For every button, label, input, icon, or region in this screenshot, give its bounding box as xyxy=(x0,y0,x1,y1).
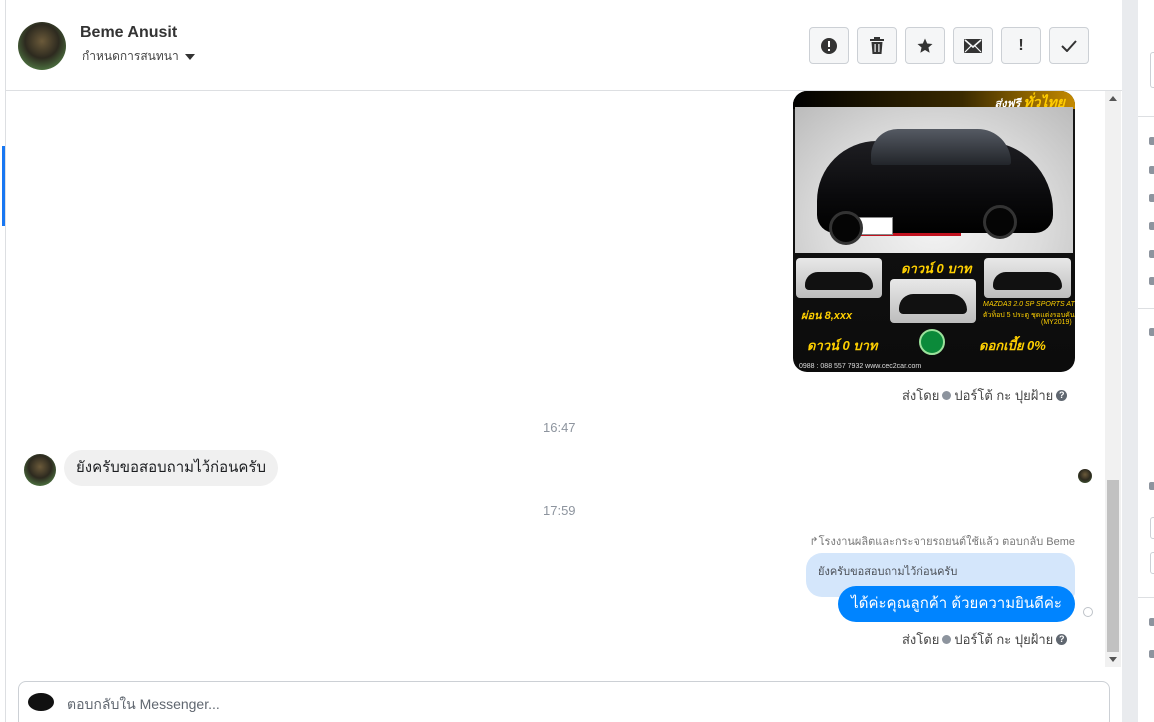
mark-unread-button[interactable] xyxy=(953,27,993,64)
contact-avatar-small[interactable] xyxy=(24,454,56,486)
panel-icon xyxy=(1149,328,1154,336)
inbox-conversation-view: Beme Anusit กำหนดการสนทนา ! ส่งฟรี ทั่วไ… xyxy=(0,0,1154,722)
panel-field[interactable] xyxy=(1150,517,1154,539)
seen-avatar xyxy=(1078,469,1092,483)
mark-done-button[interactable] xyxy=(1049,27,1089,64)
contact-info-panel xyxy=(1138,0,1154,722)
sent-by-name[interactable]: ปอร์โต้ กะ ปุยฝ้าย xyxy=(954,385,1053,406)
scrollbar-thumb[interactable] xyxy=(1107,480,1119,652)
scroll-up-arrow-icon[interactable] xyxy=(1109,96,1117,101)
contact-name[interactable]: Beme Anusit xyxy=(80,24,177,42)
exclamation-icon: ! xyxy=(1018,36,1024,54)
car-wheel-rear xyxy=(983,205,1017,239)
reply-context-text: โรงงานผลิตและกระจายรถยนต์ใช้แล้ว ตอบกลับ… xyxy=(818,536,1075,548)
verified-icon xyxy=(942,391,952,400)
envelope-icon xyxy=(964,38,982,53)
panel-icon xyxy=(1149,482,1154,490)
ad-contact-line: 0988 : 088 557 7932 www.cec2car.com xyxy=(799,363,922,370)
panel-separator xyxy=(1138,597,1154,598)
panel-icon xyxy=(1149,194,1154,202)
selected-conversation-indicator xyxy=(2,146,5,226)
ad-interest: ดอกเบี้ย 0% xyxy=(979,338,1046,353)
ad-down-payment-bottom: ดาวน์ 0 บาท xyxy=(807,338,878,353)
panel-field[interactable] xyxy=(1150,552,1154,574)
panel-icon xyxy=(1149,250,1154,258)
alert-circle-icon xyxy=(821,37,837,54)
sent-by-line-1: ส่งโดย ปอร์โต้ กะ ปุยฝ้าย ? xyxy=(902,385,1068,406)
panel-divider xyxy=(1122,0,1138,722)
car-windshield xyxy=(871,129,1011,165)
sent-by-label: ส่งโดย xyxy=(902,632,940,647)
ad-model: MAZDA3 2.0 SP SPORTS AT xyxy=(983,301,1075,308)
caret-down-icon xyxy=(184,53,195,60)
contact-avatar[interactable] xyxy=(18,22,66,70)
ad-down-payment-top: ดาวน์ 0 บาท xyxy=(901,261,972,276)
assign-conversation-dropdown[interactable]: กำหนดการสนทนา xyxy=(82,47,195,66)
delete-button[interactable] xyxy=(857,27,897,64)
car-ad-image[interactable]: ส่งฟรี ทั่วไทย ดาวน์ 0 บาท ผ่อน 8,xxx MA… xyxy=(793,91,1075,372)
page-avatar xyxy=(28,693,54,711)
reply-context-note: ↱โรงงานผลิตและกระจายรถยนต์ใช้แล้ว ตอบกลั… xyxy=(809,532,1075,550)
reply-arrow-icon: ↱ xyxy=(809,536,819,548)
ad-thumb-back xyxy=(890,279,976,323)
panel-icon xyxy=(1149,137,1154,145)
help-icon[interactable]: ? xyxy=(1056,390,1068,401)
star-icon xyxy=(917,38,933,53)
delivered-check-icon xyxy=(1083,607,1093,617)
panel-separator xyxy=(1138,308,1154,309)
incoming-message[interactable]: ยังครับขอสอบถามไว้ก่อนครับ xyxy=(64,450,278,486)
outgoing-message[interactable]: ได้ค่ะคุณลูกค้า ด้วยความยินดีค่ะ xyxy=(838,586,1075,622)
car-wheel-front xyxy=(829,211,863,245)
panel-icon xyxy=(1149,222,1154,230)
message-composer xyxy=(18,681,1110,722)
help-icon[interactable]: ? xyxy=(1056,634,1068,645)
dealer-logo xyxy=(919,329,945,355)
checkmark-icon xyxy=(1061,39,1077,52)
conversation-header: Beme Anusit กำหนดการสนทนา ! xyxy=(6,0,1122,91)
ad-thumb-rear xyxy=(984,258,1071,298)
panel-icon xyxy=(1149,277,1154,285)
sent-by-name[interactable]: ปอร์โต้ กะ ปุยฝ้าย xyxy=(954,629,1053,650)
sent-by-label: ส่งโดย xyxy=(902,388,940,403)
scroll-down-arrow-icon[interactable] xyxy=(1109,657,1117,662)
panel-separator xyxy=(1138,116,1154,117)
verified-icon xyxy=(942,635,952,644)
conversation-actions: ! xyxy=(809,27,1089,64)
ad-hero-photo xyxy=(795,107,1073,253)
star-button[interactable] xyxy=(905,27,945,64)
follow-up-button[interactable]: ! xyxy=(1001,27,1041,64)
sent-by-line-2: ส่งโดย ปอร์โต้ กะ ปุยฝ้าย ? xyxy=(902,629,1068,650)
panel-icon xyxy=(1149,650,1154,658)
timestamp-1: 16:47 xyxy=(543,420,576,435)
panel-icon xyxy=(1149,618,1154,626)
panel-field[interactable] xyxy=(1150,52,1154,88)
timestamp-2: 17:59 xyxy=(543,503,576,518)
ad-model-year: (MY2019) xyxy=(1041,319,1072,326)
left-border xyxy=(5,0,6,722)
panel-icon xyxy=(1149,166,1154,174)
reply-input[interactable] xyxy=(67,693,967,715)
ad-installment: ผ่อน 8,xxx xyxy=(801,310,853,322)
ad-thumb-side xyxy=(796,258,882,298)
assign-conversation-label: กำหนดการสนทนา xyxy=(82,49,179,63)
mark-spam-button[interactable] xyxy=(809,27,849,64)
trash-icon xyxy=(870,36,884,54)
